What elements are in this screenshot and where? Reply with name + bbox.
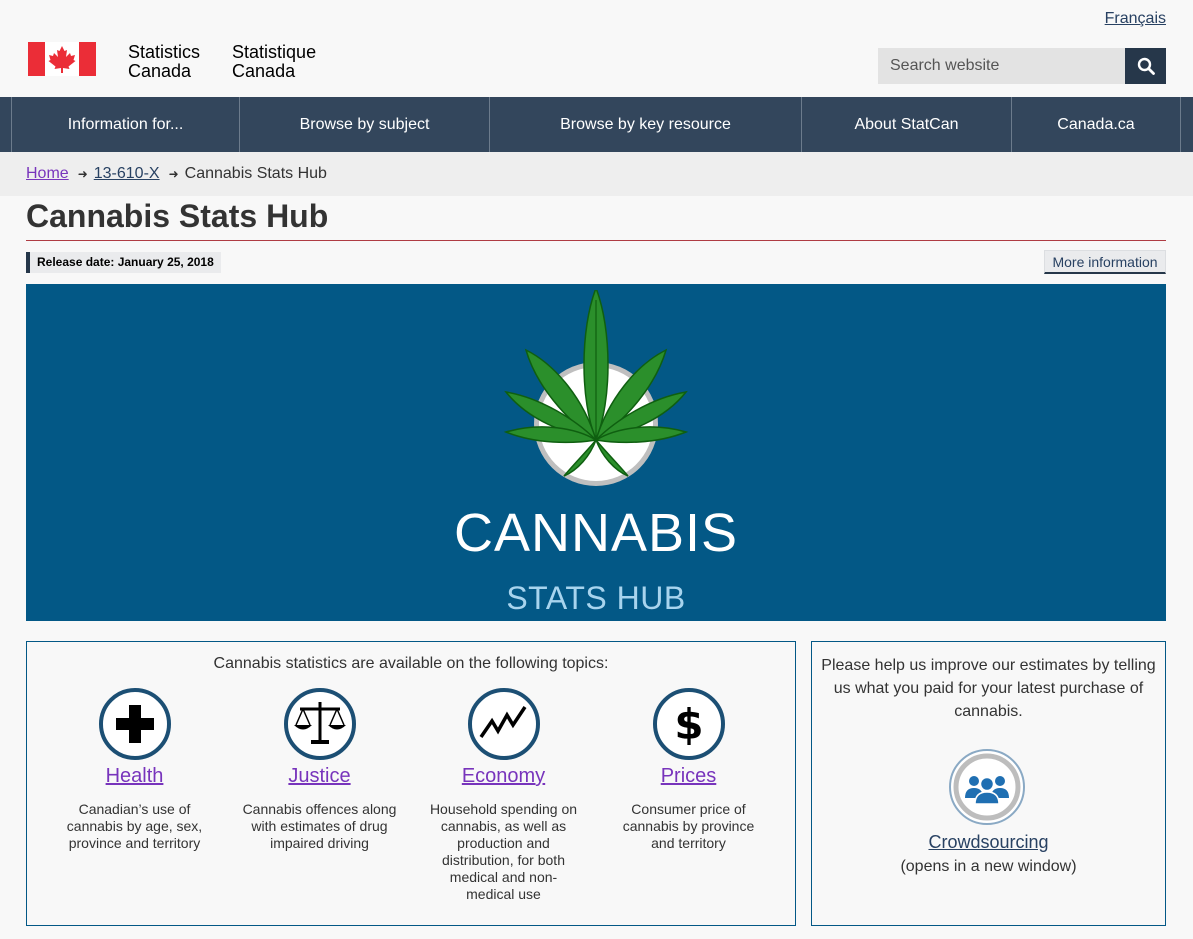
topic-health-description: Canadian’s use of cannabis by age, sex, … bbox=[66, 801, 203, 851]
topic-justice-description: Cannabis offences along with estimates o… bbox=[242, 801, 397, 851]
topic-prices: $ Prices Consumer price of cannabis by p… bbox=[611, 687, 766, 852]
breadcrumb-arrow-icon: ➜ bbox=[168, 167, 179, 181]
breadcrumb-home-link[interactable]: Home bbox=[26, 165, 69, 183]
scales-icon bbox=[283, 688, 356, 760]
search-input[interactable] bbox=[878, 48, 1125, 84]
topic-justice: Justice Cannabis offences along with est… bbox=[242, 687, 397, 852]
hub-banner: CANNABIS STATS HUB bbox=[26, 284, 1166, 621]
topic-health-link[interactable]: Health bbox=[57, 765, 212, 788]
trend-line-icon bbox=[467, 688, 540, 760]
dollar-icon: $ bbox=[652, 688, 725, 760]
breadcrumb-catalogue-link[interactable]: 13-610-X bbox=[94, 165, 160, 183]
release-date: Release date: January 25, 2018 bbox=[26, 252, 221, 273]
brand-fr-line1: Statistique bbox=[232, 42, 317, 62]
menu-browse-by-subject[interactable]: Browse by subject bbox=[239, 97, 489, 152]
brand-fr-line2: Canada bbox=[232, 61, 296, 81]
breadcrumb: Home ➜ 13-610-X ➜ Cannabis Stats Hub bbox=[0, 152, 1193, 196]
crowdsourcing-link[interactable]: Crowdsourcing bbox=[812, 832, 1165, 853]
menu-browse-by-key-resource[interactable]: Browse by key resource bbox=[489, 97, 801, 152]
topic-economy-description: Household spending on cannabis, as well … bbox=[429, 801, 578, 902]
crowdsourcing-text: Please help us improve our estimates by … bbox=[821, 657, 1156, 720]
brand-english: Statistics Canada bbox=[128, 43, 200, 81]
menu-information-for[interactable]: Information for... bbox=[11, 97, 239, 152]
brand-en-line2: Canada bbox=[128, 61, 192, 81]
cannabis-leaf-icon bbox=[503, 290, 689, 486]
topic-economy-link[interactable]: Economy bbox=[426, 765, 581, 788]
topics-intro: Cannabis statistics are available on the… bbox=[213, 655, 609, 672]
breadcrumb-current: Cannabis Stats Hub bbox=[184, 165, 327, 182]
topic-economy: Economy Household spending on cannabis, … bbox=[426, 687, 581, 903]
crowdsourcing-new-window-note: (opens in a new window) bbox=[900, 858, 1077, 875]
topic-prices-description: Consumer price of cannabis by province a… bbox=[622, 801, 755, 851]
svg-text:$: $ bbox=[674, 700, 703, 749]
banner-title: CANNABIS bbox=[453, 503, 739, 563]
crowdsourcing-panel: Please help us improve our estimates by … bbox=[811, 641, 1166, 926]
search-bar bbox=[878, 48, 1166, 84]
search-icon bbox=[1137, 57, 1155, 75]
menu-canada-ca[interactable]: Canada.ca bbox=[1011, 97, 1181, 152]
people-group-icon[interactable] bbox=[948, 748, 1026, 826]
brand-french: Statistique Canada bbox=[232, 43, 316, 81]
title-divider bbox=[26, 240, 1166, 241]
breadcrumb-arrow-icon: ➜ bbox=[77, 167, 88, 181]
topic-justice-link[interactable]: Justice bbox=[242, 765, 397, 788]
site-brand[interactable]: Statistics Canada Statistique Canada bbox=[28, 42, 316, 81]
topic-health: Health Canadian’s use of cannabis by age… bbox=[57, 687, 212, 852]
canada-flag-icon bbox=[28, 42, 96, 76]
topic-prices-link[interactable]: Prices bbox=[611, 765, 766, 788]
language-toggle-link[interactable]: Français bbox=[1105, 10, 1166, 28]
plus-icon bbox=[98, 688, 171, 760]
menu-about-statcan[interactable]: About StatCan bbox=[801, 97, 1011, 152]
search-button[interactable] bbox=[1125, 48, 1166, 84]
brand-en-line1: Statistics bbox=[128, 42, 201, 62]
page-title: Cannabis Stats Hub bbox=[26, 198, 329, 234]
banner-subtitle: STATS HUB bbox=[506, 580, 686, 616]
topics-panel: Cannabis statistics are available on the… bbox=[26, 641, 796, 926]
more-information-button[interactable]: More information bbox=[1044, 250, 1166, 274]
main-menu: Information for... Browse by subject Bro… bbox=[0, 97, 1193, 152]
